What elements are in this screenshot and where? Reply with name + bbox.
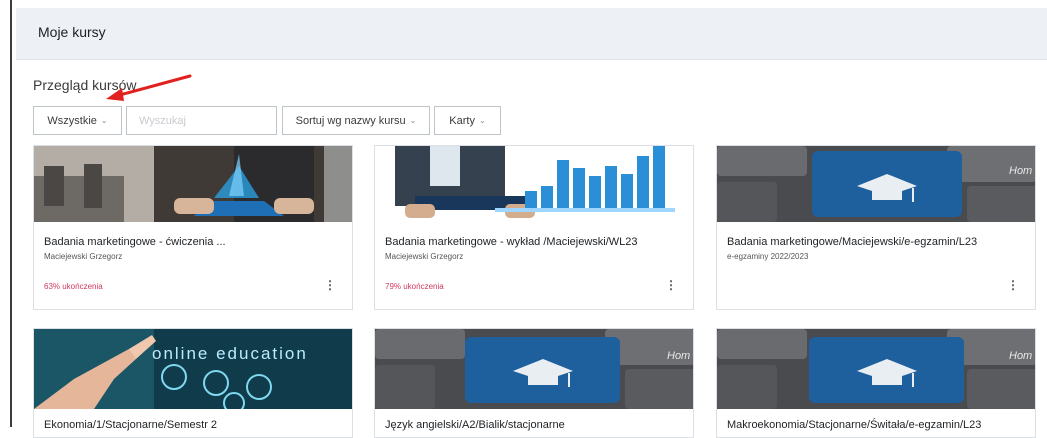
- filter-dropdown[interactable]: Wszystkie ⌄: [33, 106, 122, 135]
- course-card[interactable]: Hom Badania marketingowe/Maciejewski/e-e…: [716, 145, 1036, 310]
- course-image-online-education[interactable]: online education: [34, 329, 352, 409]
- course-title[interactable]: Ekonomia/1/Stacjonarne/Semestr 2: [44, 419, 217, 431]
- course-card[interactable]: online education Ekonomia/1/Stacjonarne/…: [33, 328, 353, 438]
- course-title[interactable]: Badania marketingowe - wykład /Maciejews…: [385, 236, 638, 248]
- chevron-down-icon: ⌄: [409, 116, 417, 125]
- course-image-keyboard-graduation[interactable]: Hom: [375, 329, 693, 409]
- page-header: Moje kursy: [16, 8, 1047, 60]
- course-title[interactable]: Badania marketingowe - ćwiczenia ...: [44, 236, 226, 248]
- course-category: e-egzaminy 2022/2023: [727, 252, 809, 261]
- course-title[interactable]: Badania marketingowe/Maciejewski/e-egzam…: [727, 236, 977, 248]
- course-image-tablet-hands[interactable]: [34, 146, 352, 222]
- svg-text:Hom: Hom: [1009, 350, 1032, 362]
- more-options-icon[interactable]: ⋮: [324, 279, 336, 291]
- more-options-icon[interactable]: ⋮: [1007, 279, 1019, 291]
- course-title[interactable]: Język angielski/A2/Bialik/stacjonarne: [385, 419, 565, 431]
- course-teacher: Maciejewski Grzegorz: [385, 252, 464, 261]
- chevron-down-icon: ⌄: [478, 116, 486, 125]
- course-progress: 79% ukończenia: [385, 282, 444, 291]
- course-teacher: Maciejewski Grzegorz: [44, 252, 123, 261]
- course-image-keyboard-graduation[interactable]: Hom: [717, 146, 1035, 222]
- sort-label: Sortuj wg nazwy kursu: [295, 114, 406, 127]
- search-placeholder: Wyszukaj: [139, 114, 186, 127]
- view-label: Karty: [449, 114, 475, 127]
- course-image-bar-chart-hands[interactable]: [375, 146, 693, 222]
- filter-label: Wszystkie: [47, 114, 97, 127]
- view-dropdown[interactable]: Karty ⌄: [434, 106, 501, 135]
- course-card[interactable]: Hom Język angielski/A2/Bialik/stacjonarn…: [374, 328, 694, 438]
- course-card[interactable]: Badania marketingowe - wykład /Maciejews…: [374, 145, 694, 310]
- course-image-keyboard-graduation[interactable]: Hom: [717, 329, 1035, 409]
- more-options-icon[interactable]: ⋮: [665, 279, 677, 291]
- course-card[interactable]: Hom Makroekonomia/Stacjonarne/Świtała/e-…: [716, 328, 1036, 438]
- svg-text:Hom: Hom: [1009, 165, 1032, 177]
- red-arrow-annotation: [106, 74, 192, 101]
- svg-text:online education: online education: [152, 344, 308, 363]
- search-input[interactable]: Wyszukaj: [126, 106, 277, 135]
- course-title[interactable]: Makroekonomia/Stacjonarne/Świtała/e-egza…: [727, 419, 981, 431]
- left-border: [10, 0, 12, 427]
- sort-dropdown[interactable]: Sortuj wg nazwy kursu ⌄: [282, 106, 430, 135]
- chevron-down-icon: ⌄: [100, 116, 108, 125]
- page-title: Moje kursy: [38, 24, 106, 40]
- course-card[interactable]: Badania marketingowe - ćwiczenia ... Mac…: [33, 145, 353, 310]
- svg-text:Hom: Hom: [667, 350, 690, 362]
- course-progress: 63% ukończenia: [44, 282, 103, 291]
